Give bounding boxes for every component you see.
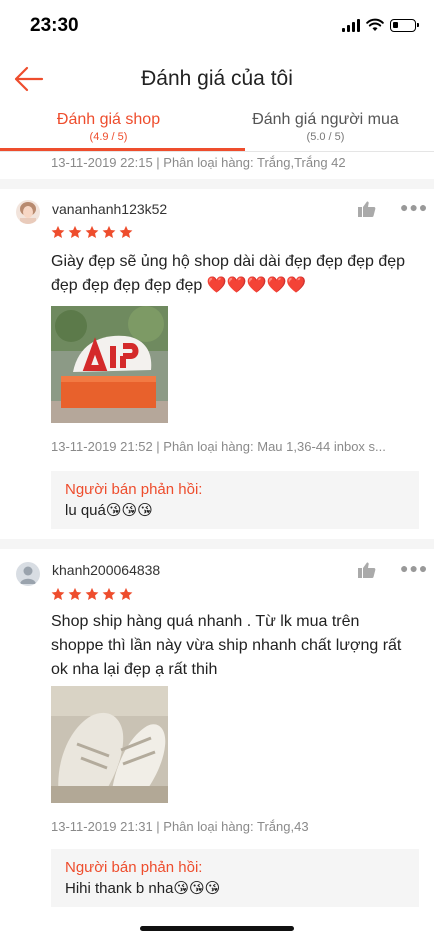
tab-buyer-reviews[interactable]: Đánh giá người mua (5.0 / 5) (217, 108, 434, 143)
page-title: Đánh giá của tôi (141, 67, 293, 90)
avatar (16, 562, 40, 586)
star-icon (119, 587, 133, 600)
star-icon (85, 587, 99, 600)
star-rating (51, 225, 133, 239)
seller-reply: Người bán phản hồi: Hihi thank b nha😘😘😘 (51, 849, 419, 907)
tab-rating: (5.0 / 5) (306, 131, 345, 143)
username: vananhanh123k52 (52, 201, 168, 217)
thumbs-up-icon[interactable] (358, 201, 376, 217)
divider (0, 151, 434, 152)
seller-reply: Người bán phản hồi: lu quá😘😘😘 (51, 471, 419, 529)
star-icon (68, 587, 82, 600)
tab-shop-reviews[interactable]: Đánh giá shop (4.9 / 5) (0, 108, 217, 143)
status-bar: 23:30 (0, 0, 434, 52)
review-meta: 13-11-2019 21:52 | Phân loại hàng: Mau 1… (51, 439, 386, 454)
home-indicator (140, 926, 294, 931)
star-rating (51, 587, 133, 601)
tab-label: Đánh giá shop (56, 111, 161, 128)
star-icon (51, 225, 65, 238)
review-separator (0, 179, 434, 189)
seller-reply-text: lu quá😘😘😘 (65, 502, 153, 519)
review-meta: 13-11-2019 22:15 | Phân loại hàng: Trắng… (51, 155, 346, 170)
tab-label: Đánh giá người mua (252, 111, 399, 128)
tab-bar: Đánh giá shop (4.9 / 5) Đánh giá người m… (0, 108, 434, 152)
status-time: 23:30 (30, 15, 79, 36)
review-meta: 13-11-2019 21:31 | Phân loại hàng: Trắng… (51, 819, 309, 834)
avatar (16, 200, 40, 224)
review-text: Giày đẹp sẽ ủng hộ shop dài dài đẹp đẹp … (51, 253, 406, 294)
review-card: khanh200064838 ●●● Shop ship hàng quá nh… (0, 549, 434, 919)
star-icon (51, 587, 65, 600)
star-icon (68, 225, 82, 238)
tab-rating: (4.9 / 5) (89, 131, 128, 143)
star-icon (102, 587, 116, 600)
star-icon (85, 225, 99, 238)
username: khanh200064838 (52, 562, 161, 578)
review-text: Shop ship hàng quá nhanh . Từ lk mua trê… (51, 613, 402, 678)
signal-icon (342, 18, 360, 32)
review-separator (0, 539, 434, 549)
status-icons (342, 18, 419, 32)
seller-reply-label: Người bán phản hồi: (65, 481, 203, 498)
star-icon (119, 225, 133, 238)
more-options-button[interactable]: ●●● (400, 199, 428, 215)
review-photo[interactable] (51, 306, 168, 423)
battery-icon (390, 18, 419, 32)
review-card: vananhanh123k52 ●●● Giày đẹp sẽ ủng hộ s… (0, 189, 434, 539)
seller-reply-label: Người bán phản hồi: (65, 859, 203, 876)
seller-reply-text: Hihi thank b nha😘😘😘 (65, 880, 221, 897)
star-icon (102, 225, 116, 238)
thumbs-up-icon[interactable] (358, 562, 376, 578)
review-photo[interactable] (51, 686, 168, 803)
nav-bar: Đánh giá của tôi (0, 52, 434, 106)
wifi-icon (366, 18, 384, 31)
more-options-button[interactable]: ●●● (400, 560, 428, 576)
